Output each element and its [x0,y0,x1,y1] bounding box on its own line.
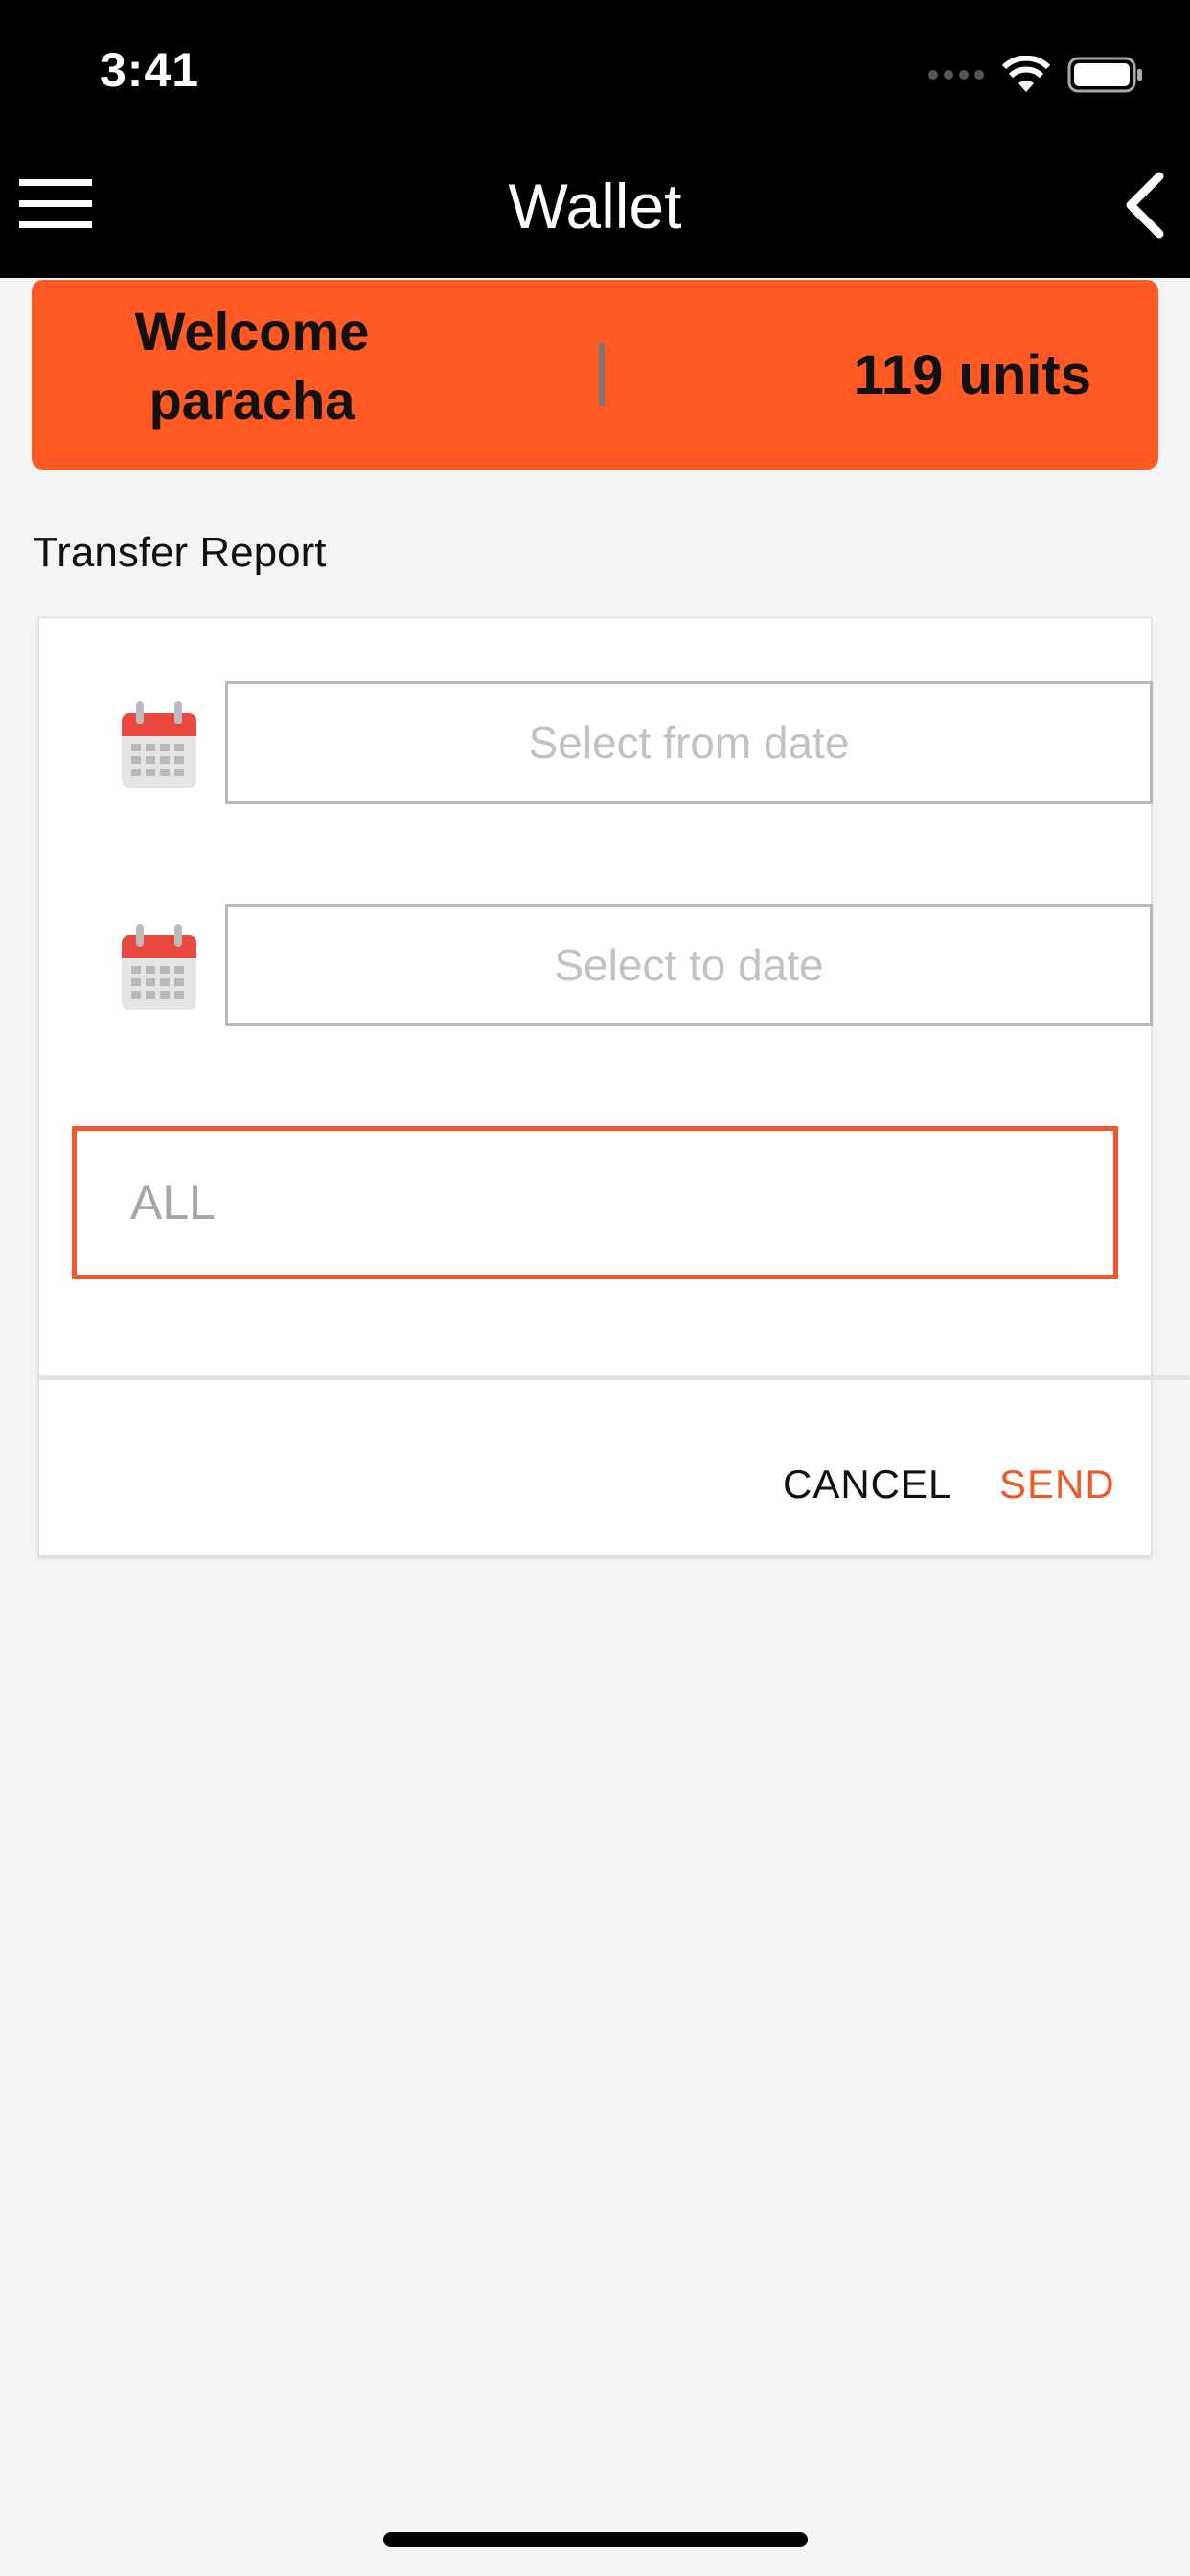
chevron-left-icon[interactable] [1117,171,1169,240]
wifi-icon [1002,56,1050,92]
from-date-input[interactable] [225,681,1153,804]
battery-icon [1067,57,1142,93]
card-divider [39,1375,1189,1380]
status-bar: 3:41 [0,0,1190,144]
section-title: Transfer Report [33,529,327,576]
signal-dots-icon [928,70,984,80]
home-indicator[interactable] [383,2532,808,2547]
balance-text: 119 units [853,343,1091,406]
transfer-report-card: ALL CANCEL SEND [38,617,1189,1556]
cancel-button[interactable]: CANCEL [783,1446,951,1523]
to-date-input[interactable] [225,904,1153,1026]
transfer-type-value: ALL [130,1176,216,1230]
welcome-text: Welcome paracha [134,301,370,430]
transfer-type-select[interactable]: ALL [72,1126,1118,1279]
page-title: Wallet [508,171,682,242]
calendar-icon[interactable] [120,700,198,790]
nav-bar: Wallet [0,144,1190,278]
to-date-row [81,904,1153,1030]
send-button[interactable]: SEND [999,1446,1115,1523]
status-time: 3:41 [100,43,200,97]
from-date-row [81,681,1153,808]
calendar-icon[interactable] [120,922,198,1012]
banner-divider [599,343,605,406]
status-icons [927,54,1144,96]
welcome-banner: Welcome paracha 119 units [32,280,1158,470]
